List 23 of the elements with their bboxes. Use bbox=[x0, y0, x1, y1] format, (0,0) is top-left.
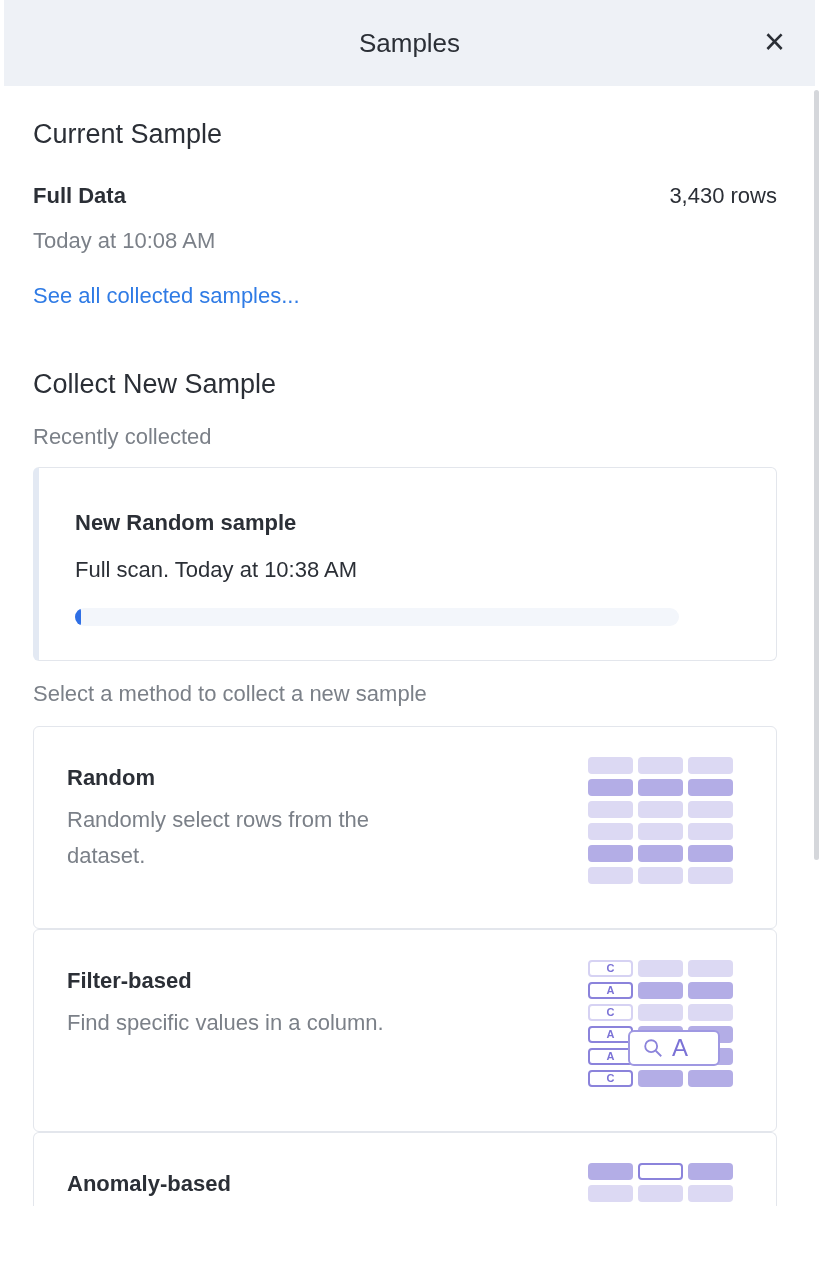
section-heading: Current Sample bbox=[33, 118, 224, 151]
method-title: Filter-based bbox=[67, 967, 193, 995]
method-card[interactable]: Random Randomly select rows from the dataset. bbox=[33, 726, 777, 929]
method-card[interactable]: Filter-based Find specific values in a column. C A C A A C A bbox=[33, 929, 777, 1132]
method-description: Find specific values in a column. bbox=[67, 1009, 385, 1037]
card-title: New Random sample bbox=[75, 509, 298, 537]
method-description: Randomly select rows from the dataset. bbox=[67, 806, 370, 870]
sample-name: Full Data bbox=[33, 181, 126, 210]
recent-sample-card[interactable]: New Random sample Full scan. Today at 10:38 AM bbox=[33, 467, 777, 661]
scrollbar[interactable] bbox=[814, 90, 819, 860]
sample-time: Today at 10:08 AM bbox=[33, 226, 217, 255]
filter-table-drawing: C A C A A C A bbox=[588, 960, 733, 1087]
instruction-text: Select a method to collect a new sample bbox=[33, 680, 428, 708]
method-title: Anomaly-based bbox=[67, 1170, 232, 1198]
card-subtitle: Full scan. Today at 10:38 AM bbox=[75, 556, 359, 584]
subheading: Recently collected bbox=[33, 423, 213, 451]
see-all-samples-link[interactable]: See all collected samples... bbox=[33, 278, 300, 312]
panel-title: Samples bbox=[358, 26, 461, 60]
method-card[interactable]: Anomaly-based bbox=[33, 1132, 777, 1206]
row-count: 3,430 rows bbox=[669, 181, 777, 210]
method-title: Random bbox=[67, 764, 156, 792]
close-button[interactable]: × bbox=[763, 22, 785, 62]
section-heading: Collect New Sample bbox=[33, 367, 278, 401]
